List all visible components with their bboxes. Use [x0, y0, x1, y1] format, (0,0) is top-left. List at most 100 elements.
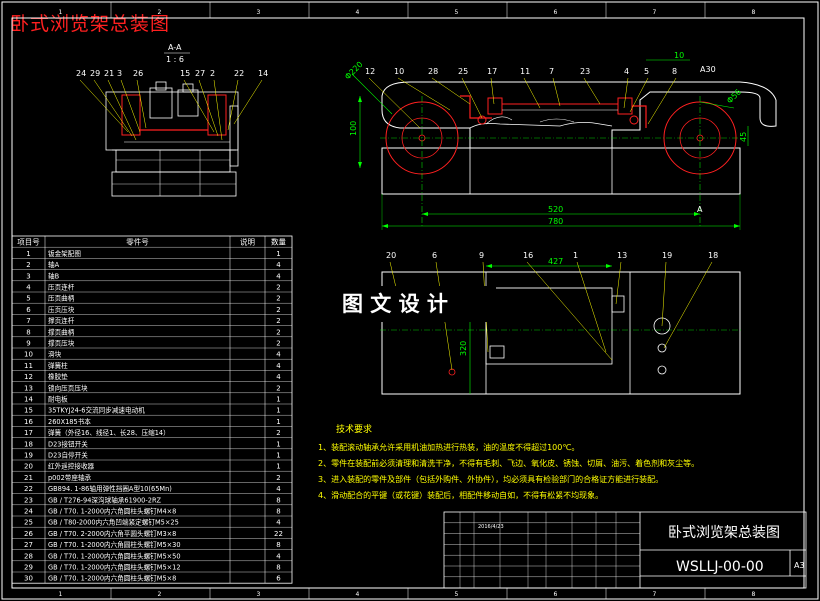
plan-callout-16: 16	[523, 251, 533, 260]
border-zone-label: 3	[257, 9, 261, 16]
bom-quantity: 4	[276, 552, 281, 560]
bom-quantity: 1	[276, 440, 280, 448]
bom-part-name: 压页曲柄	[48, 294, 75, 303]
border-zone-label: 4	[356, 9, 360, 16]
border-zone-label: 7	[653, 591, 657, 598]
technical-requirements: 技术要求 1、装配滚动轴承允许采用机油加热进行热装，油的温度不得超过100℃。 2…	[318, 423, 699, 500]
bom-part-name: 轴B	[48, 271, 60, 280]
border-zone-label: 8	[752, 591, 756, 598]
bom-item-number: 9	[26, 340, 30, 348]
bom-item-number: 17	[24, 429, 33, 437]
plan-callout-20: 20	[386, 251, 396, 260]
bom-item-number: 6	[26, 306, 31, 314]
border-zone-label: 8	[752, 9, 756, 16]
front-callout-23: 23	[580, 67, 590, 76]
bom-quantity: 1	[276, 396, 280, 404]
bom-quantity: 2	[276, 328, 280, 336]
bom-part-name: GB / T70. 2-2000内六角平圆头螺钉M3×8	[48, 529, 176, 538]
section-view-a-a: A-A 1 : 6 24 29 21 3 26 15 27 2 22 14	[76, 43, 268, 197]
bom-quantity: 22	[274, 530, 283, 538]
bom-item-number: 4	[26, 284, 31, 292]
bom-quantity: 8	[276, 541, 280, 549]
bom-item-number: 11	[24, 362, 33, 370]
bom-item-number: 12	[24, 373, 33, 381]
bom-quantity: 4	[276, 519, 281, 527]
bom-item-number: 2	[26, 261, 30, 269]
plan-view: 427 320 20 6 9 16 1 13 19 18	[380, 251, 742, 395]
section-callout-27: 27	[195, 69, 205, 78]
bom-quantity: 4	[276, 351, 281, 359]
bom-part-name: 轴A	[48, 260, 60, 269]
bom-part-name: 压页连杆	[48, 283, 75, 292]
bom-item-number: 15	[24, 407, 33, 415]
title-block-date: 2016/4/23	[478, 524, 504, 530]
section-callout-22: 22	[234, 69, 244, 78]
bom-header-cell: 项目号	[17, 238, 40, 247]
title-block-sheet-size: A3	[794, 561, 805, 570]
bom-quantity: 2	[276, 284, 280, 292]
dim-427: 427	[548, 257, 563, 266]
bom-part-name: 弹簧柱	[48, 361, 68, 370]
bom-quantity: 8	[276, 496, 280, 504]
dim-100: 100	[349, 121, 358, 136]
dim-320: 320	[459, 341, 468, 356]
bom-quantity: 2	[276, 295, 280, 303]
bom-part-name: 橡胶垫	[48, 372, 68, 381]
bom-quantity: 4	[276, 373, 281, 381]
front-callout-25: 25	[458, 67, 468, 76]
bom-item-number: 10	[24, 351, 33, 359]
bom-quantity: 2	[276, 306, 280, 314]
bom-item-number: 30	[24, 575, 33, 583]
section-callout-21: 21	[104, 69, 114, 78]
bom-item-number: 24	[24, 508, 33, 516]
bom-part-name: D23接钮开关	[48, 439, 88, 448]
bom-part-name: 锁向压页压块	[48, 383, 88, 392]
border-zone-label: 6	[554, 9, 558, 16]
bom-quantity: 2	[276, 340, 280, 348]
border-zone-label: 2	[158, 9, 162, 16]
dim-520: 520	[548, 205, 563, 214]
bom-part-name: 35TKYJ24-6交流同步减速电动机	[48, 406, 145, 415]
bom-item-number: 1	[26, 250, 30, 258]
front-callout-5: 5	[644, 67, 649, 76]
border-zone-label: 6	[554, 591, 558, 598]
bom-part-name: 260X185书本	[48, 417, 91, 426]
plan-callout-9: 9	[479, 251, 484, 260]
bom-item-number: 27	[24, 541, 33, 549]
bom-part-name: 撑页连杆	[48, 316, 75, 325]
bom-quantity: 4	[276, 485, 281, 493]
tech-requirement-line: 1、装配滚动轴承允许采用机油加热进行热装，油的温度不得超过100℃。	[318, 442, 579, 452]
bom-quantity: 1	[276, 250, 280, 258]
engineering-drawing-sheet: 1122334455667788 A-A 1 : 6 24 29 21 3 26 15 27…	[1, 1, 819, 600]
bom-item-number: 29	[24, 564, 33, 572]
bom-quantity: 1	[276, 407, 280, 415]
front-callout-28: 28	[428, 67, 438, 76]
border-zone-label: 1	[59, 9, 63, 16]
bom-quantity: 2	[276, 474, 280, 482]
bom-table: 项目号 零件号 说明 数量1 钣金架配图 12 轴A 43 轴B 44 压页连杆 25 压页曲柄 26 压页…	[11, 235, 293, 584]
bom-part-name: 钣金架配图	[48, 249, 81, 258]
section-callout-24: 24	[76, 69, 86, 78]
bom-part-name: 耐电板	[48, 395, 68, 404]
border-zone-label: 2	[158, 591, 162, 598]
bom-item-number: 3	[26, 272, 30, 280]
border-zone-label: 7	[653, 9, 657, 16]
bom-quantity: 1	[276, 452, 280, 460]
bom-part-name: 红外遥控接收器	[48, 462, 95, 471]
bom-item-number: 19	[24, 452, 33, 460]
bom-item-number: 14	[24, 396, 33, 404]
section-scale: 1 : 6	[166, 55, 184, 64]
watermark-text: 图 文 设 计	[342, 292, 448, 316]
section-leaders	[79, 79, 263, 141]
border-zone-label: 5	[455, 9, 459, 16]
bom-item-number: 18	[24, 440, 33, 448]
bom-part-name: 撑页曲柄	[48, 327, 75, 336]
section-callout-2: 2	[210, 69, 215, 78]
bom-item-number: 28	[24, 552, 33, 560]
view-arrow-a-bottom: A	[697, 205, 703, 214]
bom-part-name: 弹簧（外径16、线径1、长28、压缩14）	[48, 428, 170, 437]
front-callout-12: 12	[365, 67, 375, 76]
bom-item-number: 20	[24, 463, 33, 471]
bom-item-number: 21	[24, 474, 33, 482]
border-zone-label: 4	[356, 591, 360, 598]
